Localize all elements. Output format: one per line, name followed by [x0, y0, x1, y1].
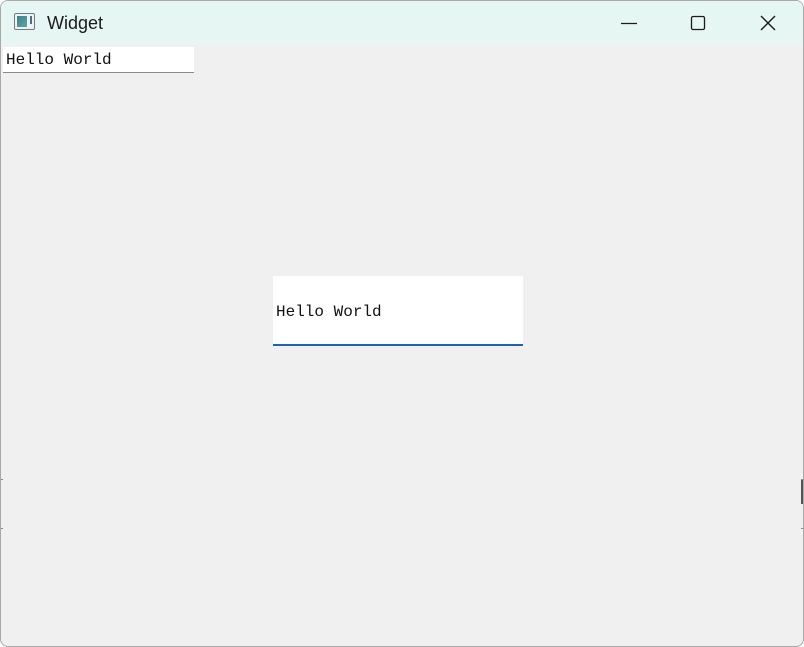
minimize-button[interactable] [595, 1, 663, 45]
minimize-icon [621, 22, 637, 25]
center-line-edit[interactable]: Hello World [273, 276, 523, 346]
application-window: Widget Hello World Hello World [0, 0, 804, 647]
window-title: Widget [47, 13, 104, 33]
close-icon [760, 15, 776, 31]
right-edge-notch [801, 480, 803, 504]
app-icon-bar [30, 16, 32, 24]
right-edge-marker [801, 479, 803, 529]
app-window-icon [14, 13, 35, 30]
close-button[interactable] [733, 1, 801, 45]
center-line-edit-text: Hello World [276, 303, 382, 321]
left-edge-marker [1, 479, 3, 529]
maximize-button[interactable] [663, 1, 731, 45]
maximize-icon [690, 15, 706, 31]
top-line-edit[interactable]: Hello World [3, 47, 194, 73]
title-bar[interactable]: Widget [1, 1, 803, 45]
app-icon-pane [17, 16, 27, 27]
top-line-edit-text: Hello World [6, 51, 112, 69]
